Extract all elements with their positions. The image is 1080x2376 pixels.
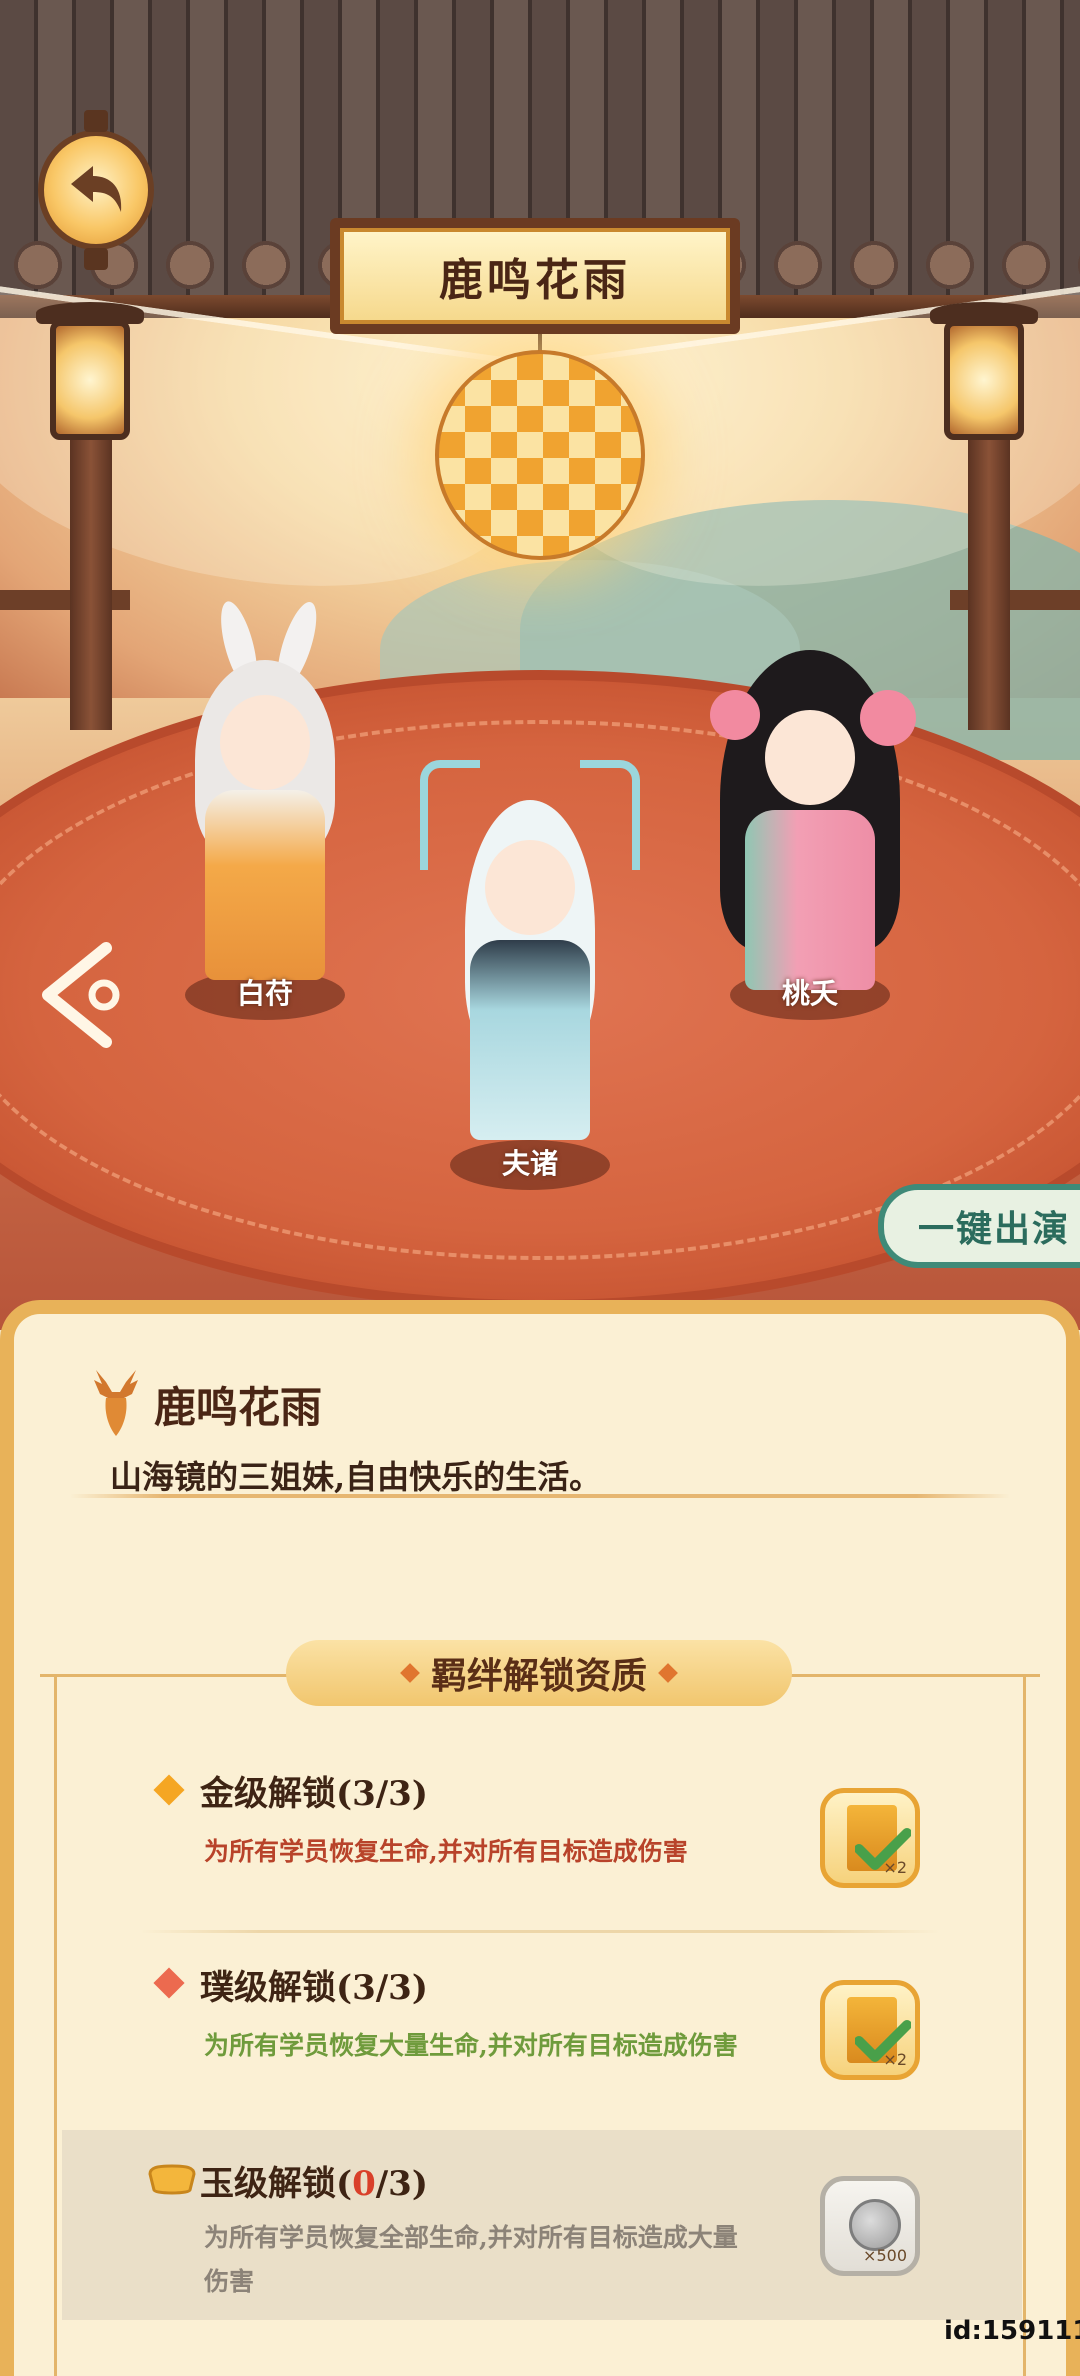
divider <box>70 1494 1010 1498</box>
reward-item-gold[interactable]: ×2 <box>820 1788 920 1888</box>
previous-arrow-icon[interactable] <box>36 940 126 1050</box>
character-baifu[interactable]: 白苻 <box>150 597 380 1020</box>
character-outfit <box>470 940 590 1140</box>
unlock-desc-jade: 为所有学员恢复全部生命,并对所有目标造成大量 <box>204 2223 738 2252</box>
character-face <box>485 840 575 935</box>
reward-quantity: ×2 <box>883 2050 907 2069</box>
bond-description: 山海镜的三姐妹,自由快乐的生活。 <box>110 1458 602 1496</box>
checkered-lantern-ball <box>435 350 645 560</box>
character-figure <box>410 760 650 1160</box>
character-fuzhu[interactable]: 夫诸 <box>400 760 660 1190</box>
unlock-desc-jade-line2: 伤害 <box>204 2267 255 2296</box>
antler-right <box>580 760 640 870</box>
character-name: 白苻 <box>236 977 294 1010</box>
character-face <box>765 710 855 805</box>
unlock-desc-gold: 为所有学员恢复生命,并对所有目标造成伤害 <box>204 1837 688 1866</box>
one-click-perform-button[interactable]: 一键出演 <box>878 1184 1080 1268</box>
back-button[interactable] <box>38 110 154 270</box>
diamond-icon <box>658 1663 678 1683</box>
silver-coin-icon <box>849 2199 901 2251</box>
page-title: 鹿鸣花雨 <box>340 228 730 324</box>
title-plaque: 鹿鸣花雨 <box>330 218 740 334</box>
unlock-title-jade: 玉级解锁(0/3) <box>200 2164 428 2204</box>
pillar-left <box>70 430 112 730</box>
jade-pendant-icon <box>148 2164 196 2195</box>
back-arrow-icon <box>71 166 122 212</box>
reward-quantity: ×500 <box>863 2246 907 2265</box>
character-outfit <box>745 810 875 990</box>
player-id: id:159111 <box>944 2316 1080 2346</box>
lantern-icon <box>930 302 1038 440</box>
reward-quantity: ×2 <box>883 1858 907 1877</box>
character-figure <box>165 597 365 990</box>
character-name: 桃夭 <box>781 977 839 1010</box>
unlock-title-pu: 璞级解锁(3/3) <box>200 1968 428 2008</box>
divider <box>140 1930 940 1933</box>
antler-left <box>420 760 480 870</box>
section-header-label: 羁绊解锁资质 <box>430 1655 647 1697</box>
reward-item-jade[interactable]: ×500 <box>820 2176 920 2276</box>
diamond-icon <box>400 1663 420 1683</box>
unlock-desc-pu: 为所有学员恢复大量生命,并对所有目标造成伤害 <box>204 2031 738 2060</box>
character-outfit <box>205 790 325 980</box>
section-header: 羁绊解锁资质 <box>286 1640 792 1706</box>
flower-icon <box>710 690 760 740</box>
pillar-right <box>968 430 1010 730</box>
reward-item-pu[interactable]: ×2 <box>820 1980 920 2080</box>
character-taoyao[interactable]: 桃夭 <box>690 650 930 1020</box>
deer-icon <box>94 1370 138 1436</box>
bond-title: 鹿鸣花雨 <box>154 1383 323 1432</box>
flower-icon <box>860 690 916 746</box>
character-figure <box>700 650 920 1000</box>
character-name: 夫诸 <box>501 1147 559 1180</box>
character-face <box>220 695 310 790</box>
lantern-icon <box>36 302 144 440</box>
unlock-title-gold: 金级解锁(3/3) <box>200 1774 428 1814</box>
